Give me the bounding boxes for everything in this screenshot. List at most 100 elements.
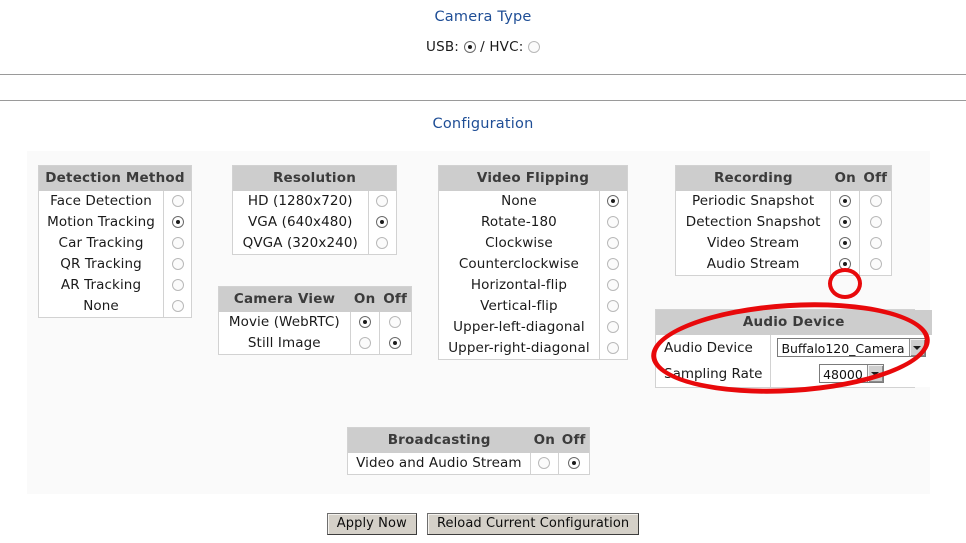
radio-cell[interactable] xyxy=(163,296,191,317)
radio-cell[interactable] xyxy=(350,312,380,333)
camera-type-row: USB: / HVC: xyxy=(0,39,966,55)
table-row: Motion Tracking xyxy=(39,212,191,233)
detection-none-radio[interactable] xyxy=(171,300,184,312)
radio-cell[interactable] xyxy=(599,212,627,233)
audio-stream-off-radio[interactable] xyxy=(869,258,882,270)
flip-vertical-radio[interactable] xyxy=(607,300,620,312)
radio-cell[interactable] xyxy=(599,317,627,338)
row-label: Face Detection xyxy=(39,191,165,212)
resolution-hd-radio[interactable] xyxy=(376,195,389,207)
audio-stream-on-radio[interactable] xyxy=(839,258,852,270)
table-row: Video Stream xyxy=(676,233,891,254)
configuration-area: Detection Method Face Detection Motion T… xyxy=(27,151,932,494)
radio-cell[interactable] xyxy=(859,254,891,275)
radio-cell[interactable] xyxy=(599,254,627,275)
flip-rotate180-radio[interactable] xyxy=(607,216,620,228)
video-and-audio-stream-off-radio[interactable] xyxy=(567,457,580,469)
flip-clockwise-radio[interactable] xyxy=(607,237,620,249)
radio-cell[interactable] xyxy=(599,338,627,359)
motion-tracking-radio[interactable] xyxy=(171,216,184,228)
table-row: Upper-right-diagonal xyxy=(439,338,627,359)
radio-cell[interactable] xyxy=(379,333,411,354)
chevron-down-icon[interactable] xyxy=(866,365,883,382)
radio-cell[interactable] xyxy=(599,191,627,212)
radio-cell[interactable] xyxy=(830,254,861,275)
radio-cell[interactable] xyxy=(599,275,627,296)
apply-now-button[interactable]: Apply Now xyxy=(326,513,417,535)
radio-cell[interactable] xyxy=(530,453,559,474)
camera-view-panel: Camera View On Off Movie (WebRTC) Still … xyxy=(218,286,412,355)
still-image-off-radio[interactable] xyxy=(389,337,402,349)
sampling-rate-select-value: 48000 xyxy=(823,366,863,382)
radio-cell[interactable] xyxy=(379,312,411,333)
row-label: Still Image xyxy=(219,333,351,354)
face-detection-radio[interactable] xyxy=(171,195,184,207)
radio-cell[interactable] xyxy=(163,254,191,275)
radio-cell[interactable] xyxy=(368,233,396,254)
row-label: QVGA (320x240) xyxy=(233,233,369,254)
sampling-rate-select-cell[interactable]: 48000 xyxy=(770,361,932,387)
audio-device-select-cell[interactable]: Buffalo120_Camera xyxy=(770,335,932,361)
movie-webrtc-on-radio[interactable] xyxy=(358,316,371,328)
hvc-radio[interactable] xyxy=(527,41,540,53)
video-and-audio-stream-on-radio[interactable] xyxy=(538,457,551,469)
detection-snapshot-on-radio[interactable] xyxy=(839,216,852,228)
periodic-snapshot-on-radio[interactable] xyxy=(839,195,852,207)
camera-view-on-header: On xyxy=(350,287,380,312)
usb-label: USB: xyxy=(426,39,460,55)
radio-cell[interactable] xyxy=(163,191,191,212)
radio-cell[interactable] xyxy=(163,233,191,254)
radio-cell[interactable] xyxy=(599,233,627,254)
car-tracking-radio[interactable] xyxy=(171,237,184,249)
table-row: Still Image xyxy=(219,333,411,354)
ar-tracking-radio[interactable] xyxy=(171,279,184,291)
flip-counterclockwise-radio[interactable] xyxy=(607,258,620,270)
table-row: None xyxy=(39,296,191,317)
radio-cell[interactable] xyxy=(163,275,191,296)
audio-device-select[interactable]: Buffalo120_Camera xyxy=(777,338,926,357)
radio-cell[interactable] xyxy=(859,233,891,254)
movie-webrtc-off-radio[interactable] xyxy=(389,316,402,328)
video-flipping-title: Video Flipping xyxy=(439,166,627,191)
table-row: AR Tracking xyxy=(39,275,191,296)
radio-cell[interactable] xyxy=(368,191,396,212)
radio-cell[interactable] xyxy=(830,212,861,233)
radio-cell[interactable] xyxy=(368,212,396,233)
radio-cell[interactable] xyxy=(859,191,891,212)
table-row: Detection Snapshot xyxy=(676,212,891,233)
camera-type-heading: Camera Type xyxy=(434,9,532,25)
sampling-rate-select[interactable]: 48000 xyxy=(819,364,884,383)
radio-cell[interactable] xyxy=(599,296,627,317)
broadcasting-off-header: Off xyxy=(558,428,589,453)
radio-cell[interactable] xyxy=(350,333,380,354)
radio-cell[interactable] xyxy=(830,233,861,254)
radio-cell[interactable] xyxy=(558,453,589,474)
radio-cell[interactable] xyxy=(163,212,191,233)
resolution-qvga-radio[interactable] xyxy=(376,237,389,249)
resolution-vga-radio[interactable] xyxy=(376,216,389,228)
row-label: Horizontal-flip xyxy=(439,275,600,296)
chevron-down-icon[interactable] xyxy=(908,339,925,356)
flip-horizontal-radio[interactable] xyxy=(607,279,620,291)
flip-none-radio[interactable] xyxy=(607,195,620,207)
usb-radio[interactable] xyxy=(463,41,476,53)
resolution-panel: Resolution HD (1280x720) VGA (640x480) Q… xyxy=(232,165,397,255)
camera-view-title: Camera View xyxy=(219,287,351,312)
qr-tracking-radio[interactable] xyxy=(171,258,184,270)
radio-cell[interactable] xyxy=(830,191,861,212)
detection-snapshot-off-radio[interactable] xyxy=(869,216,882,228)
periodic-snapshot-off-radio[interactable] xyxy=(869,195,882,207)
divider-bottom xyxy=(0,100,966,101)
table-row: VGA (640x480) xyxy=(233,212,396,233)
video-stream-on-radio[interactable] xyxy=(839,237,852,249)
row-label: Movie (WebRTC) xyxy=(219,312,351,333)
broadcasting-title: Broadcasting xyxy=(348,428,531,453)
row-label: Car Tracking xyxy=(39,233,165,254)
flip-upper-right-diagonal-radio[interactable] xyxy=(607,342,620,354)
radio-cell[interactable] xyxy=(859,212,891,233)
flip-upper-left-diagonal-radio[interactable] xyxy=(607,321,620,333)
still-image-on-radio[interactable] xyxy=(358,337,371,349)
video-stream-off-radio[interactable] xyxy=(869,237,882,249)
audio-device-row-label: Audio Device xyxy=(656,335,772,361)
reload-current-configuration-button[interactable]: Reload Current Configuration xyxy=(426,513,640,535)
